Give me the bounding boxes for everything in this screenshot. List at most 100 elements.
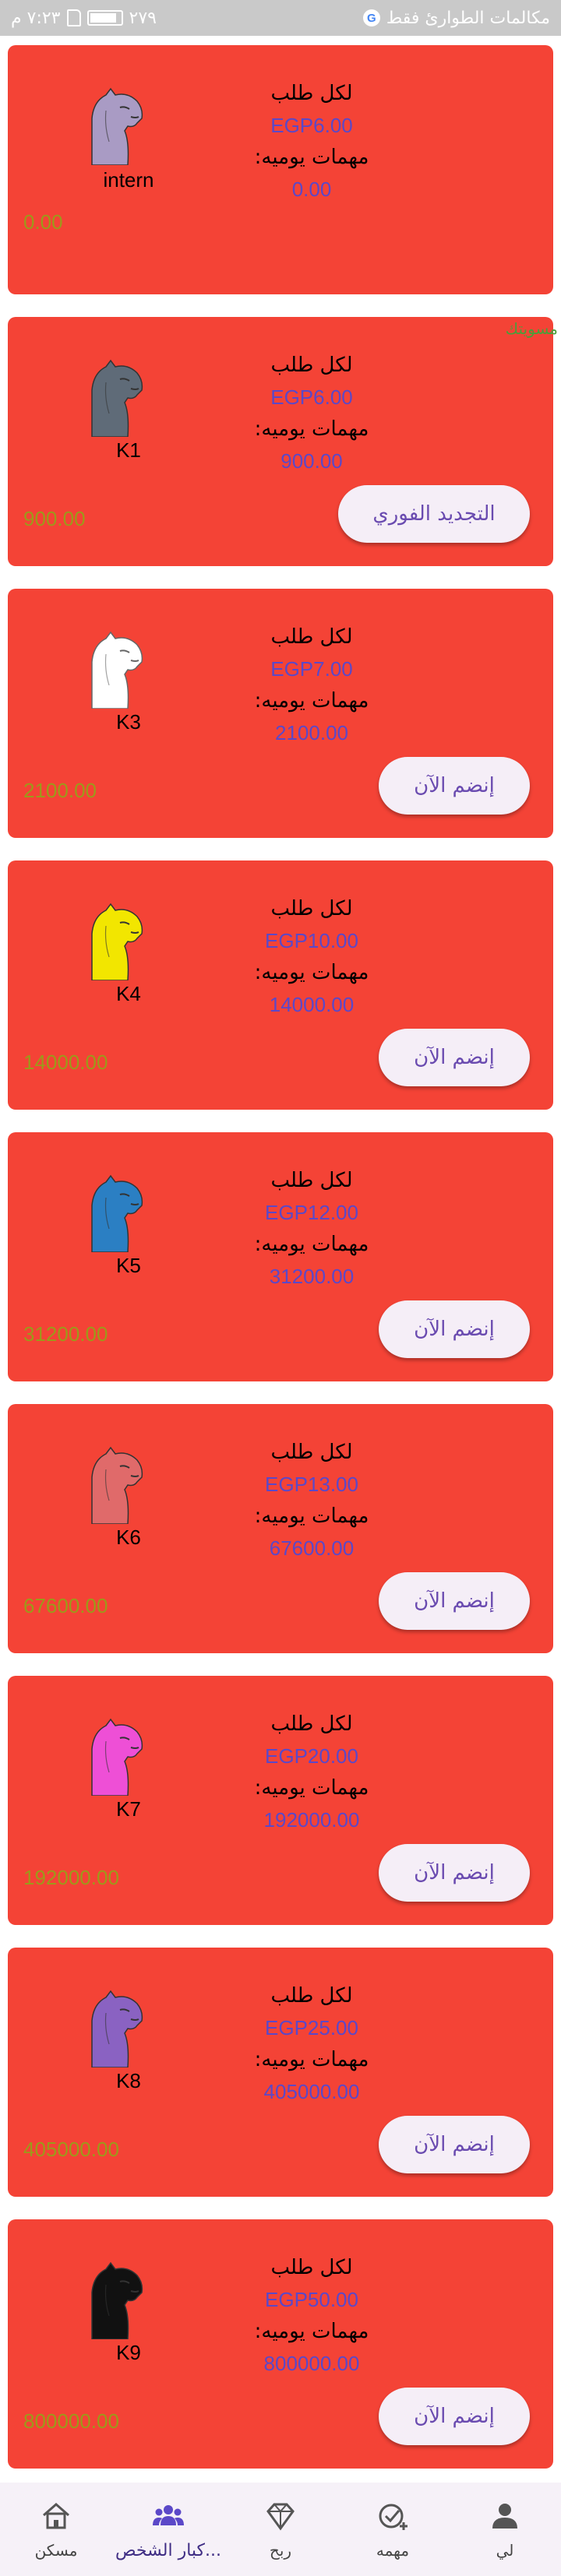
level-total: 900.00 [23,507,86,530]
daily-tasks-value: 900.00 [280,449,343,473]
price-per-order: EGP6.00 [270,385,353,409]
panther-icon [83,2261,145,2340]
battery-icon [86,10,123,26]
price-per-order: EGP10.00 [265,929,358,952]
daily-tasks-value: 0.00 [291,178,332,201]
join-button[interactable]: إنضم الآن [379,1844,530,1902]
app-root: ٧:٢٣ م ٢٧٩ G مكالمات الطوارئ فقط intern ل… [0,0,561,2576]
daily-tasks-label: مهمات يوميه: [254,961,369,984]
nav-label: لي [496,2541,514,2560]
bottom-navigation: مسكن ...كبار الشخص ربح مهمه لي [0,2483,561,2576]
daily-tasks-value: 31200.00 [269,1265,355,1288]
panther-icon [83,1718,145,1797]
daily-tasks-label: مهمات يوميه: [254,1776,369,1800]
level-name: K5 [116,1254,141,1277]
panther-icon [83,1990,145,2068]
level-name: K1 [116,438,141,462]
nav-item-diamond[interactable]: ربح [224,2483,337,2576]
per-order-label: لكل طلب [270,897,353,920]
panther-icon [83,87,145,166]
group-icon [151,2499,185,2536]
nav-label: مهمه [376,2541,410,2560]
join-button[interactable]: إنضم الآن [379,1029,530,1086]
daily-tasks-value: 800000.00 [263,2352,360,2375]
nav-item-person[interactable]: لي [449,2483,561,2576]
level-name: K8 [116,2069,141,2092]
level-info: لكل طلب EGP13.00 مهمات يوميه: 67600.00 [195,1437,429,1564]
nav-item-task-check[interactable]: مهمه [337,2483,449,2576]
level-card-k8: K8 لكل طلب EGP25.00 مهمات يوميه: 405000.00 40… [8,1948,553,2197]
join-button[interactable]: إنضم الآن [379,1300,530,1358]
level-info: لكل طلب EGP12.00 مهمات يوميه: 31200.00 [195,1165,429,1293]
level-name: K4 [116,982,141,1005]
join-button[interactable]: إنضم الآن [379,2116,530,2173]
level-name: intern [103,168,154,192]
level-info: لكل طلب EGP6.00 مهمات يوميه: 900.00 [195,350,429,477]
renew-button[interactable]: التجديد الفوري [338,485,530,543]
per-order-label: لكل طلب [270,625,353,649]
price-per-order: EGP12.00 [265,1201,358,1224]
level-info: لكل طلب EGP25.00 مهمات يوميه: 405000.00 [195,1980,429,2108]
level-total: 800000.00 [23,2409,119,2433]
level-info: لكل طلب EGP6.00 مهمات يوميه: 0.00 [195,78,429,206]
level-total: 14000.00 [23,1050,108,1074]
daily-tasks-label: مهمات يوميه: [254,2048,369,2071]
join-button[interactable]: إنضم الآن [379,1572,530,1630]
google-icon: G [362,9,380,26]
daily-tasks-label: مهمات يوميه: [254,417,369,441]
level-card-k1: K1 لكل طلب EGP6.00 مهمات يوميه: 900.00 900.00… [8,317,553,566]
level-total: 0.00 [23,210,63,234]
level-card-k3: K3 لكل طلب EGP7.00 مهمات يوميه: 2100.00 2100.… [8,589,553,838]
status-left: ٧:٢٣ م ٢٧٩ [11,9,157,28]
level-total: 67600.00 [23,1594,108,1617]
join-button[interactable]: إنضم الآن [379,2388,530,2445]
panther-icon [83,1446,145,1525]
daily-tasks-label: مهمات يوميه: [254,146,369,169]
join-button[interactable]: إنضم الآن [379,757,530,815]
sim-card-icon [66,9,81,26]
nav-item-home[interactable]: مسكن [0,2483,112,2576]
home-icon [39,2499,73,2536]
daily-tasks-value: 67600.00 [269,1536,355,1560]
level-name: K9 [116,2341,141,2364]
daily-tasks-label: مهمات يوميه: [254,1233,369,1256]
daily-tasks-value: 2100.00 [275,721,348,744]
per-order-label: لكل طلب [270,82,353,105]
daily-tasks-value: 192000.00 [263,1808,360,1832]
panther-icon [83,903,145,981]
task-check-icon [376,2499,410,2536]
level-total: 2100.00 [23,779,97,802]
carrier-text: مكالمات الطوارئ فقط [386,8,550,28]
nav-label: ...كبار الشخص [115,2540,221,2560]
level-info: لكل طلب EGP50.00 مهمات يوميه: 800000.00 [195,2252,429,2380]
per-order-label: لكل طلب [270,2256,353,2279]
status-right: G مكالمات الطوارئ فقط [362,8,550,28]
nav-item-group[interactable]: ...كبار الشخص [112,2483,224,2576]
daily-tasks-label: مهمات يوميه: [254,1504,369,1528]
level-card-k7: K7 لكل طلب EGP20.00 مهمات يوميه: 192000.00 19… [8,1676,553,1925]
level-name: K3 [116,710,141,734]
per-order-label: لكل طلب [270,354,353,377]
price-per-order: EGP7.00 [270,657,353,681]
daily-tasks-value: 405000.00 [263,2080,360,2103]
level-info: لكل طلب EGP10.00 مهمات يوميه: 14000.00 [195,893,429,1021]
level-card-k5: K5 لكل طلب EGP12.00 مهمات يوميه: 31200.00 312… [8,1132,553,1381]
price-per-order: EGP20.00 [265,1744,358,1768]
price-per-order: EGP13.00 [265,1473,358,1496]
price-per-order: EGP50.00 [265,2288,358,2311]
side-tag: مسويتك [505,319,558,338]
per-order-label: لكل طلب [270,1169,353,1192]
diamond-icon [263,2499,298,2536]
level-info: لكل طلب EGP20.00 مهمات يوميه: 192000.00 [195,1709,429,1836]
status-time: ٧:٢٣ م [11,8,61,28]
level-total: 192000.00 [23,1866,119,1889]
level-name: K6 [116,1526,141,1549]
per-order-label: لكل طلب [270,1441,353,1464]
person-icon [488,2499,522,2536]
per-order-label: لكل طلب [270,1984,353,2008]
panther-icon [83,1174,145,1253]
level-card-k4: K4 لكل طلب EGP10.00 مهمات يوميه: 14000.00 140… [8,860,553,1110]
nav-label: ربح [269,2541,292,2560]
battery-fill [90,13,116,23]
price-per-order: EGP6.00 [270,114,353,137]
